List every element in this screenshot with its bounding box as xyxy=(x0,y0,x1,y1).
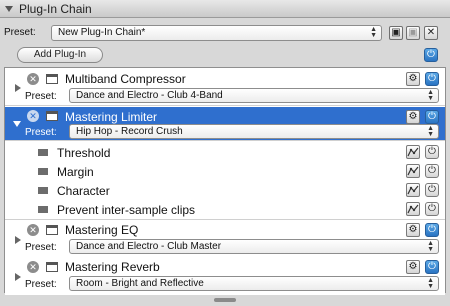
plugin-preset-value: Dance and Electro - Club Master xyxy=(76,241,222,252)
title-bar: Plug-In Chain xyxy=(0,0,450,18)
parameter-row[interactable]: Threshold ⏻ xyxy=(5,143,445,162)
parameter-name: Margin xyxy=(57,165,94,179)
remove-plugin-icon[interactable]: ✕ xyxy=(27,224,39,236)
plugin-slot[interactable]: ✕ Multiband Compressor ⚙ ⏻ Preset: Dance… xyxy=(5,68,445,106)
save-preset-button[interactable]: ▣ xyxy=(389,26,403,40)
automation-icon xyxy=(407,185,419,199)
plugin-preset-select[interactable]: Dance and Electro - Club Master ▲ ▼ xyxy=(69,239,439,254)
plugin-preset-value: Dance and Electro - Club 4-Band xyxy=(76,90,223,101)
plugin-settings-button[interactable]: ⚙ xyxy=(406,72,420,86)
parameter-name: Prevent inter-sample clips xyxy=(57,203,196,217)
plugin-window-icon[interactable] xyxy=(46,225,58,235)
power-icon: ⏻ xyxy=(428,111,436,122)
save-as-preset-button[interactable]: ▣ xyxy=(406,26,420,40)
plugin-preset-value: Room - Bright and Reflective xyxy=(76,278,204,289)
resize-handle[interactable] xyxy=(214,298,236,302)
automation-button[interactable] xyxy=(406,183,420,197)
updown-arrows-icon: ▲ ▼ xyxy=(370,26,377,39)
power-icon: ⏻ xyxy=(428,203,436,214)
parameter-row[interactable]: Prevent inter-sample clips ⏻ xyxy=(5,200,445,220)
parameter-power-button[interactable]: ⏻ xyxy=(425,164,439,178)
save-as-icon: ▣ xyxy=(408,27,418,38)
plugin-power-button[interactable]: ⏻ xyxy=(425,72,439,86)
power-icon: ⏻ xyxy=(428,165,436,176)
plugin-name: Mastering Limiter xyxy=(65,110,158,124)
remove-plugin-icon[interactable]: ✕ xyxy=(27,73,39,85)
automation-button[interactable] xyxy=(406,164,420,178)
close-icon: ✕ xyxy=(426,27,436,38)
parameter-row[interactable]: Character ⏻ xyxy=(5,181,445,200)
plugin-window-icon[interactable] xyxy=(46,74,58,84)
expand-icon[interactable] xyxy=(15,273,21,281)
plugin-preset-label: Preset: xyxy=(25,127,57,138)
plugin-slot[interactable]: ✕ Mastering EQ ⚙ ⏻ Preset: Dance and Ele… xyxy=(5,220,445,258)
parameter-row[interactable]: Margin ⏻ xyxy=(5,162,445,181)
power-icon: ⏻ xyxy=(428,184,436,195)
plugin-preset-select[interactable]: Hip Hop - Record Crush ▲ ▼ xyxy=(69,124,439,139)
automation-button[interactable] xyxy=(406,145,420,159)
save-icon: ▣ xyxy=(391,27,401,38)
plugin-preset-select[interactable]: Dance and Electro - Club 4-Band ▲ ▼ xyxy=(69,88,439,103)
close-chain-button[interactable]: ✕ xyxy=(424,26,438,40)
expand-icon[interactable] xyxy=(15,84,21,92)
chain-preset-label: Preset: xyxy=(4,27,36,38)
automation-icon xyxy=(407,204,419,218)
plugin-chain-list: ✕ Multiband Compressor ⚙ ⏻ Preset: Dance… xyxy=(4,67,446,295)
chain-power-button[interactable]: ⏻ xyxy=(424,48,438,62)
automation-icon xyxy=(407,147,419,161)
remove-plugin-icon[interactable]: ✕ xyxy=(27,261,39,273)
plugin-window-icon[interactable] xyxy=(46,262,58,272)
remove-plugin-icon[interactable]: ✕ xyxy=(27,110,39,122)
parameter-name: Threshold xyxy=(57,146,111,160)
automation-button[interactable] xyxy=(406,202,420,216)
updown-arrows-icon: ▲ ▼ xyxy=(427,277,434,290)
plugin-settings-button[interactable]: ⚙ xyxy=(406,110,420,124)
collapse-icon[interactable] xyxy=(13,121,21,127)
plugin-power-button[interactable]: ⏻ xyxy=(425,110,439,124)
power-icon: ⏻ xyxy=(428,261,436,272)
plugin-preset-label: Preset: xyxy=(25,279,57,290)
collapse-icon[interactable] xyxy=(5,6,13,12)
plugin-preset-label: Preset: xyxy=(25,242,57,253)
gear-icon: ⚙ xyxy=(408,224,418,235)
add-plugin-button[interactable]: Add Plug-In xyxy=(17,47,103,63)
updown-arrows-icon: ▲ ▼ xyxy=(427,240,434,253)
parameter-icon xyxy=(38,168,48,175)
chain-preset-value: New Plug-In Chain* xyxy=(58,27,146,38)
plugin-slot[interactable]: ✕ Mastering Reverb ⚙ ⏻ Preset: Room - Br… xyxy=(5,257,445,295)
parameter-power-button[interactable]: ⏻ xyxy=(425,145,439,159)
plugin-power-button[interactable]: ⏻ xyxy=(425,223,439,237)
plugin-window-icon[interactable] xyxy=(46,111,58,121)
parameter-power-button[interactable]: ⏻ xyxy=(425,202,439,216)
plugin-preset-select[interactable]: Room - Bright and Reflective ▲ ▼ xyxy=(69,276,439,291)
parameter-power-button[interactable]: ⏻ xyxy=(425,183,439,197)
window-title: Plug-In Chain xyxy=(19,2,92,16)
power-icon: ⏻ xyxy=(428,73,436,84)
plugin-settings-button[interactable]: ⚙ xyxy=(406,260,420,274)
plugin-preset-value: Hip Hop - Record Crush xyxy=(76,126,183,137)
parameter-icon xyxy=(38,206,48,213)
plugin-slot-selected[interactable]: ✕ Mastering Limiter ⚙ ⏻ Preset: Hip Hop … xyxy=(5,107,445,141)
plugin-power-button[interactable]: ⏻ xyxy=(425,260,439,274)
gear-icon: ⚙ xyxy=(408,73,418,84)
plugin-name: Mastering EQ xyxy=(65,223,139,237)
plugin-name: Multiband Compressor xyxy=(65,72,186,86)
gear-icon: ⚙ xyxy=(408,261,418,272)
plugin-preset-label: Preset: xyxy=(25,91,57,102)
power-icon: ⏻ xyxy=(428,224,436,235)
updown-arrows-icon: ▲ ▼ xyxy=(427,125,434,138)
chain-preset-select[interactable]: New Plug-In Chain* ▲ ▼ xyxy=(51,25,382,41)
plugin-settings-button[interactable]: ⚙ xyxy=(406,223,420,237)
parameter-icon xyxy=(38,149,48,156)
power-icon: ⏻ xyxy=(427,49,435,60)
expand-icon[interactable] xyxy=(15,236,21,244)
parameter-icon xyxy=(38,187,48,194)
parameter-name: Character xyxy=(57,184,110,198)
gear-icon: ⚙ xyxy=(408,111,418,122)
updown-arrows-icon: ▲ ▼ xyxy=(427,89,434,102)
plugin-name: Mastering Reverb xyxy=(65,260,160,274)
power-icon: ⏻ xyxy=(428,146,436,157)
automation-icon xyxy=(407,166,419,180)
